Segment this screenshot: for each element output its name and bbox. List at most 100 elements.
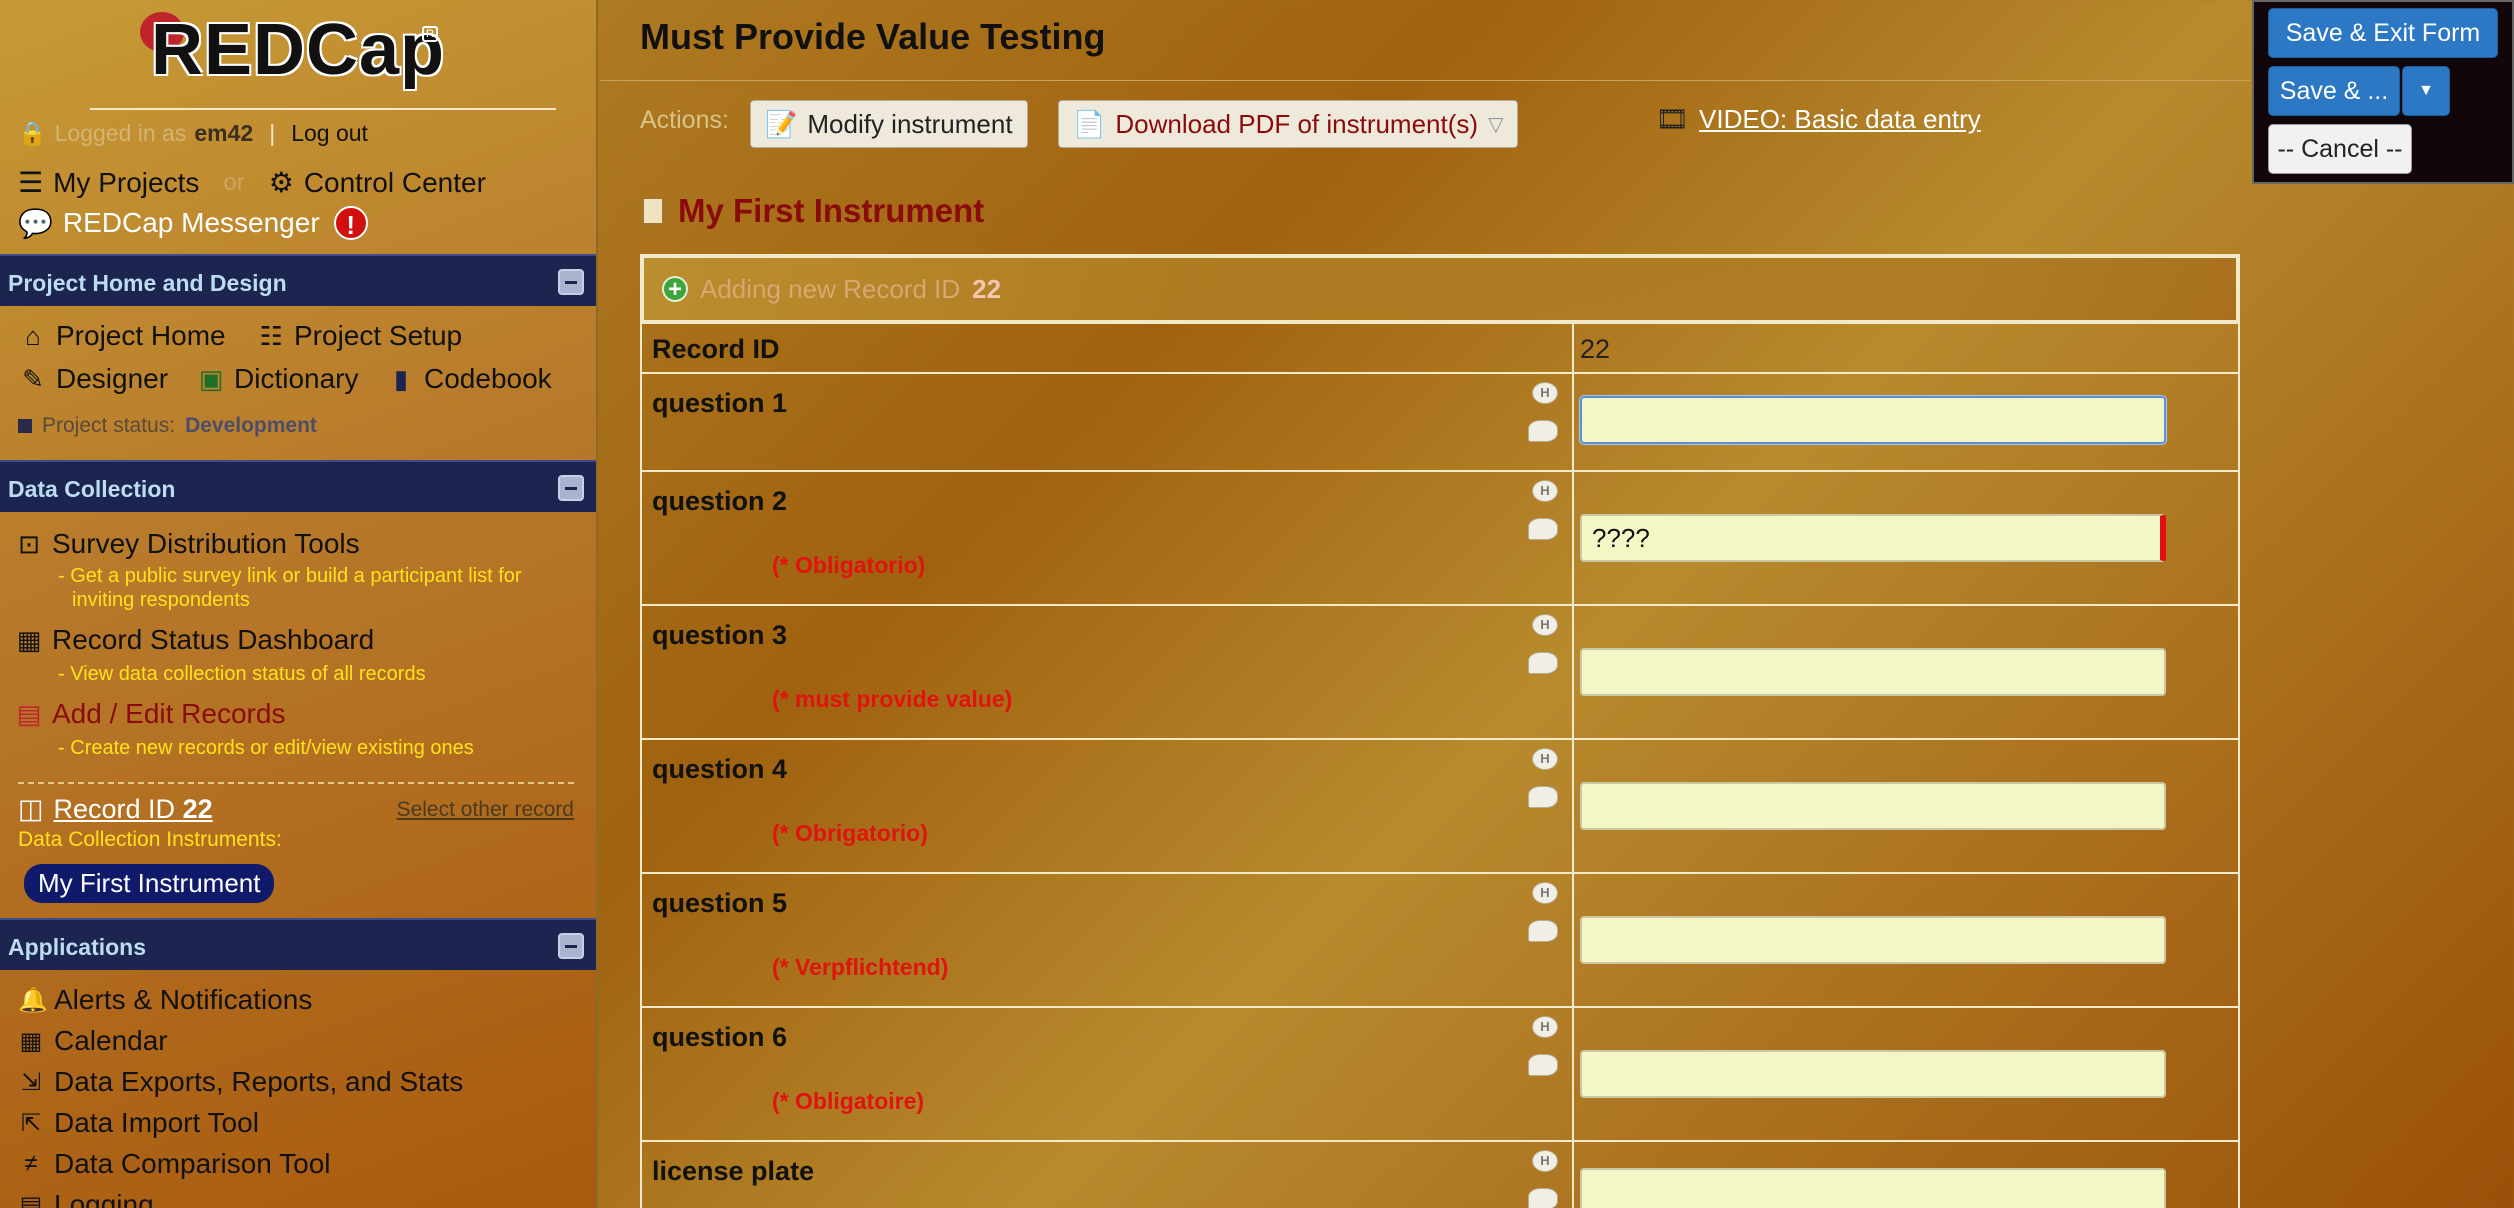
app-alerts[interactable]: 🔔 Alerts & Notifications xyxy=(18,984,312,1016)
section-title: Applications xyxy=(8,934,147,960)
download-pdf-button[interactable]: 📄 Download PDF of instrument(s) ▽ xyxy=(1058,100,1519,148)
question-1-input[interactable] xyxy=(1580,396,2166,444)
question-label-cell: question 4 (* Obrigatorio) H xyxy=(642,740,1574,872)
instrument-pill-my-first-instrument[interactable]: My First Instrument xyxy=(24,864,275,903)
edit-form-icon: 📝 xyxy=(765,108,798,139)
question-label: question 4 xyxy=(652,754,788,784)
history-icon[interactable]: H xyxy=(1532,882,1558,904)
question-label-cell: question 3 (* must provide value) H xyxy=(642,606,1574,738)
question-6-input[interactable] xyxy=(1580,1050,2166,1098)
app-logging[interactable]: ▤ Logging xyxy=(18,1189,154,1208)
or-separator: or xyxy=(223,168,245,196)
comment-icon[interactable] xyxy=(1528,420,1558,442)
project-setup-link[interactable]: ☷ Project Setup xyxy=(256,320,462,352)
survey-icon: ⊡ xyxy=(18,528,40,559)
required-note: (* must provide value) xyxy=(772,686,1013,712)
instruments-label: Data Collection Instruments: xyxy=(18,828,282,851)
history-icon[interactable]: H xyxy=(1532,1016,1558,1038)
license-plate-input[interactable] xyxy=(1580,1168,2166,1208)
gear-icon: ⚙ xyxy=(268,167,294,198)
codebook-link[interactable]: ▮ Codebook xyxy=(386,363,552,395)
question-3-input[interactable] xyxy=(1580,648,2166,696)
data-entry-form: + Adding new Record ID 22 Record ID 22 q… xyxy=(640,254,2240,1208)
title-divider xyxy=(600,80,2250,81)
save-and-button[interactable]: Save & ... xyxy=(2268,66,2400,116)
survey-desc: - Get a public survey link or build a pa… xyxy=(58,564,522,612)
history-icon[interactable]: H xyxy=(1532,1150,1558,1172)
comment-icon[interactable] xyxy=(1528,920,1558,942)
cancel-button[interactable]: -- Cancel -- xyxy=(2268,124,2412,174)
survey-tools-link[interactable]: ⊡ Survey Distribution Tools xyxy=(14,528,360,560)
select-other-record-link[interactable]: Select other record xyxy=(397,798,574,822)
link-label: Codebook xyxy=(424,363,552,394)
save-buttons-panel: Save & Exit Form Save & ... ▼ -- Cancel … xyxy=(2252,0,2514,184)
history-icon[interactable]: H xyxy=(1532,382,1558,404)
app-calendar[interactable]: ▦ Calendar xyxy=(18,1025,168,1057)
record-status-link[interactable]: ▦ Record Status Dashboard xyxy=(14,624,374,656)
file-import-icon: ⇱ xyxy=(20,1109,42,1137)
desc-line: - Get a public survey link or build a pa… xyxy=(58,565,522,587)
question-label: question 1 xyxy=(652,388,788,418)
question-row: license plate H xyxy=(642,1140,2238,1208)
button-label: Modify instrument xyxy=(807,108,1013,139)
logout-link[interactable]: Log out xyxy=(291,120,368,147)
grid-icon: ▦ xyxy=(16,624,42,655)
question-label: question 6 xyxy=(652,1022,788,1052)
add-edit-records-link[interactable]: ▤ Add / Edit Records xyxy=(14,698,286,730)
section-data-collection: Data Collection xyxy=(0,460,596,512)
required-note: (* Obrigatorio) xyxy=(772,820,928,846)
app-data-import[interactable]: ⇱ Data Import Tool xyxy=(18,1107,259,1139)
registered-mark-icon: R xyxy=(422,26,438,42)
question-4-input[interactable] xyxy=(1580,782,2166,830)
collapse-icon[interactable] xyxy=(558,475,584,501)
app-label: Calendar xyxy=(54,1025,168,1056)
save-options-dropdown[interactable]: ▼ xyxy=(2402,66,2450,116)
comment-icon[interactable] xyxy=(1528,1188,1558,1208)
bell-icon: 🔔 xyxy=(18,986,48,1014)
history-icon[interactable]: H xyxy=(1532,480,1558,502)
dashed-divider xyxy=(18,782,574,784)
history-icon[interactable]: H xyxy=(1532,614,1558,636)
collapse-icon[interactable] xyxy=(558,269,584,295)
instrument-title: My First Instrument xyxy=(642,192,984,230)
question-row: question 6 (* Obligatoire) H xyxy=(642,1006,2238,1140)
save-exit-form-button[interactable]: Save & Exit Form xyxy=(2268,8,2498,58)
record-id-value: 22 xyxy=(182,794,213,824)
history-icon[interactable]: H xyxy=(1532,748,1558,770)
link-label: Dictionary xyxy=(234,363,359,394)
app-label: Alerts & Notifications xyxy=(54,984,313,1015)
comment-icon[interactable] xyxy=(1528,652,1558,674)
link-label: Project Setup xyxy=(294,320,463,351)
messenger-row[interactable]: 💬 REDCap Messenger ! xyxy=(18,206,368,240)
caret-down-icon: ▼ xyxy=(2418,82,2434,99)
modify-instrument-button[interactable]: 📝 Modify instrument xyxy=(750,100,1028,148)
comment-icon[interactable] xyxy=(1528,786,1558,808)
question-2-input[interactable] xyxy=(1580,514,2166,562)
question-row: question 5 (* Verpflichtend) H xyxy=(642,872,2238,1006)
question-label-cell: question 2 (* Obligatorio) H xyxy=(642,472,1574,604)
collapse-icon[interactable] xyxy=(558,933,584,959)
app-data-comparison[interactable]: ≠ Data Comparison Tool xyxy=(18,1148,330,1180)
messenger-link[interactable]: REDCap Messenger xyxy=(63,207,320,239)
redcap-logo[interactable]: REDCap R xyxy=(0,0,596,100)
table-icon: ◫ xyxy=(18,794,44,824)
comment-icon[interactable] xyxy=(1528,1054,1558,1076)
project-home-link[interactable]: ⌂ Project Home xyxy=(18,320,225,352)
designer-link[interactable]: ✎ Designer xyxy=(18,363,168,395)
current-record-link[interactable]: ◫ Record ID 22 xyxy=(18,794,213,825)
comment-icon[interactable] xyxy=(1528,518,1558,540)
app-data-exports[interactable]: ⇲ Data Exports, Reports, and Stats xyxy=(18,1066,463,1098)
dictionary-link[interactable]: ▣ Dictionary xyxy=(196,363,359,395)
question-row: question 4 (* Obrigatorio) H xyxy=(642,738,2238,872)
link-label: Survey Distribution Tools xyxy=(52,528,360,559)
my-projects-link[interactable]: My Projects xyxy=(53,167,199,199)
instrument-title-text: My First Instrument xyxy=(678,192,985,229)
tasks-icon: ☷ xyxy=(259,320,283,351)
control-center-link[interactable]: Control Center xyxy=(304,167,486,199)
file-export-icon: ⇲ xyxy=(20,1068,42,1096)
question-label: question 2 xyxy=(652,486,788,516)
film-icon: 🎞 xyxy=(1656,104,1690,134)
main-content: Must Provide Value Testing Actions: 📝 Mo… xyxy=(600,0,2514,1208)
question-5-input[interactable] xyxy=(1580,916,2166,964)
video-basic-data-entry-link[interactable]: 🎞 VIDEO: Basic data entry xyxy=(1656,104,1981,135)
